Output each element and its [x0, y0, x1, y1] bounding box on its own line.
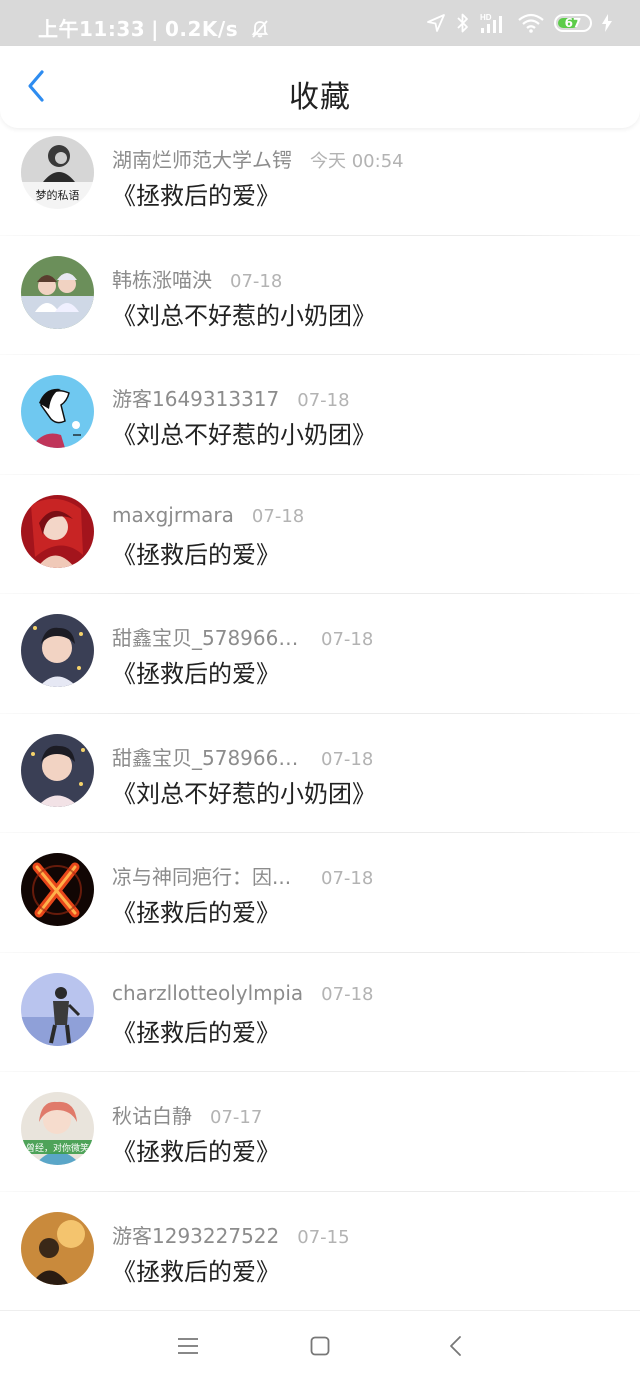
item-username[interactable]: 游客1649313317 — [112, 383, 279, 412]
avatar[interactable]: 梦的私语 — [21, 136, 94, 209]
avatar[interactable] — [21, 494, 94, 568]
item-meta: 秋诂白静 07-17 — [112, 1100, 262, 1129]
avatar[interactable] — [21, 255, 94, 329]
avatar[interactable] — [21, 972, 94, 1046]
status-time: 上午11:33 — [38, 17, 146, 41]
back-triangle-icon — [448, 1335, 462, 1361]
status-icons: HD 67 — [426, 11, 612, 35]
home-square-icon — [310, 1336, 330, 1360]
bell-off-icon — [250, 19, 270, 44]
avatar-caption: 曾经，对你微笑 — [26, 1142, 89, 1154]
item-title[interactable]: 《拯救后的爱》 — [112, 535, 280, 570]
list-item[interactable]: 甜鑫宝贝_5789663... 07-18 《刘总不好惹的小奶团》 — [0, 714, 640, 834]
item-meta: charzllotteolylmpia 07-18 — [112, 981, 373, 1005]
list-item[interactable]: 曾经，对你微笑 秋诂白静 07-17 《拯救后的爱》 — [0, 1072, 640, 1192]
avatar-caption: 梦的私语 — [36, 188, 80, 202]
system-back-button[interactable] — [440, 1333, 470, 1363]
item-username[interactable]: 甜鑫宝贝_5789663... — [112, 742, 303, 771]
item-date: 07-18 — [297, 390, 350, 411]
status-bar: 上午11:33 | 0.2K/s HD 67 — [0, 0, 640, 46]
favorites-list: 梦的私语 湖南烂师范大学ム锷 今天 00:54 《拯救后的爱》 韩栋涨喵泱 07… — [0, 116, 640, 1310]
item-meta: 游客1293227522 07-15 — [112, 1220, 350, 1249]
status-net-speed: 0.2K/s — [164, 17, 239, 41]
list-item[interactable]: charzllotteolylmpia 07-18 《拯救后的爱》 — [0, 953, 640, 1073]
item-title[interactable]: 《拯救后的爱》 — [112, 1013, 280, 1048]
bluetooth-icon — [456, 12, 470, 34]
list-item[interactable]: 甜鑫宝贝_5789663... 07-18 《拯救后的爱》 — [0, 594, 640, 714]
list-item[interactable]: 游客1649313317 07-18 《刘总不好惹的小奶团》 — [0, 355, 640, 475]
location-icon — [426, 13, 446, 33]
list-item[interactable]: 游客1293227522 07-15 《拯救后的爱》 — [0, 1192, 640, 1310]
item-meta: 凉与神同疤行：因... 07-18 — [112, 861, 373, 890]
item-meta: maxgjrmara 07-18 — [112, 503, 304, 527]
wifi-icon — [518, 13, 544, 33]
item-username[interactable]: 韩栋涨喵泱 — [112, 264, 212, 293]
avatar[interactable] — [21, 614, 94, 687]
item-title[interactable]: 《拯救后的爱》 — [112, 654, 280, 689]
page-title: 收藏 — [289, 80, 351, 115]
list-item[interactable]: 梦的私语 湖南烂师范大学ム锷 今天 00:54 《拯救后的爱》 — [0, 116, 640, 236]
avatar[interactable] — [21, 853, 94, 926]
item-title[interactable]: 《拯救后的爱》 — [112, 1252, 280, 1287]
hd-signal-icon: HD — [480, 12, 508, 34]
item-date: 07-18 — [230, 270, 283, 292]
item-meta: 甜鑫宝贝_5789663... 07-18 — [112, 742, 373, 771]
item-username[interactable]: 游客1293227522 — [112, 1220, 279, 1249]
item-title[interactable]: 《刘总不好惹的小奶团》 — [112, 415, 376, 450]
battery-level: 67 — [564, 16, 582, 30]
item-username[interactable]: maxgjrmara — [112, 503, 234, 527]
list-item[interactable]: maxgjrmara 07-18 《拯救后的爱》 — [0, 475, 640, 595]
avatar[interactable] — [21, 1211, 94, 1285]
item-username[interactable]: charzllotteolylmpia — [112, 981, 303, 1005]
item-username[interactable]: 秋诂白静 — [112, 1100, 192, 1129]
svg-text:HD: HD — [480, 13, 492, 22]
favorites-screen: 上午11:33 | 0.2K/s HD 67 收藏 梦的私语 湖南烂师范大学ム锷… — [0, 0, 640, 1387]
item-date: 07-17 — [210, 1107, 263, 1128]
menu-icon — [177, 1337, 199, 1359]
item-title[interactable]: 《拯救后的爱》 — [112, 176, 280, 211]
item-username[interactable]: 湖南烂师范大学ム锷 — [112, 144, 292, 173]
header: 收藏 — [0, 46, 640, 128]
avatar[interactable] — [21, 375, 94, 448]
list-item[interactable]: 韩栋涨喵泱 07-18 《刘总不好惹的小奶团》 — [0, 236, 640, 356]
avatar[interactable] — [21, 733, 94, 807]
item-date: 07-18 — [321, 983, 374, 1005]
home-button[interactable] — [305, 1333, 335, 1363]
item-title[interactable]: 《刘总不好惹的小奶团》 — [112, 296, 376, 331]
item-meta: 甜鑫宝贝_5789663... 07-18 — [112, 622, 373, 651]
item-date: 07-18 — [321, 868, 374, 889]
item-date: 07-18 — [251, 505, 305, 527]
item-title[interactable]: 《拯救后的爱》 — [112, 893, 280, 928]
status-left: 上午11:33 | 0.2K/s — [38, 13, 270, 44]
item-date: 07-18 — [321, 629, 374, 650]
item-date: 今天 00:54 — [310, 151, 404, 172]
status-separator: | — [151, 17, 159, 41]
item-title[interactable]: 《拯救后的爱》 — [112, 1132, 280, 1167]
item-meta: 韩栋涨喵泱 07-18 — [112, 264, 282, 293]
system-nav-bar — [0, 1310, 640, 1387]
battery-icon: 67 — [554, 14, 592, 32]
recents-button[interactable] — [173, 1333, 203, 1363]
item-date: 07-18 — [321, 748, 374, 770]
item-meta: 湖南烂师范大学ム锷 今天 00:54 — [112, 144, 404, 173]
list-item[interactable]: 凉与神同疤行：因... 07-18 《拯救后的爱》 — [0, 833, 640, 953]
avatar[interactable]: 曾经，对你微笑 — [21, 1092, 94, 1165]
charging-icon — [602, 14, 612, 32]
item-meta: 游客1649313317 07-18 — [112, 383, 350, 412]
item-username[interactable]: 甜鑫宝贝_5789663... — [112, 622, 303, 651]
item-title[interactable]: 《刘总不好惹的小奶团》 — [112, 774, 376, 809]
item-username[interactable]: 凉与神同疤行：因... — [112, 861, 303, 890]
item-date: 07-15 — [297, 1226, 350, 1248]
